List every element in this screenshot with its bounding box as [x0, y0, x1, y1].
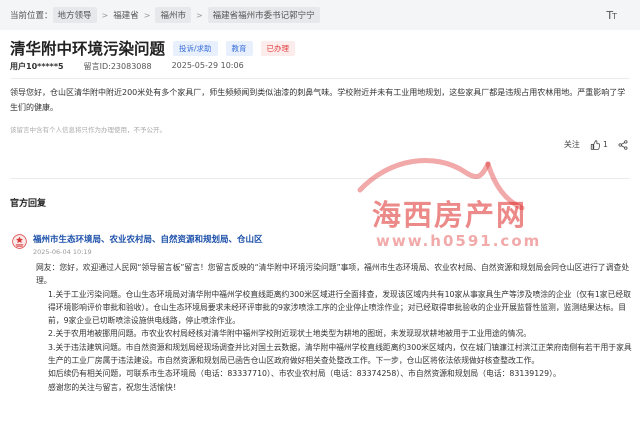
chevron-right-icon: >	[195, 10, 203, 20]
tag-category: 投诉/求助	[173, 40, 218, 56]
post-user: 用户10*****5	[10, 62, 64, 71]
watermark-logo-icon	[357, 158, 525, 210]
reply-paragraph: 3.关于违法建筑问题。市自然资源和规划局经现场调查并比对国土云数据，清华附中福州…	[48, 342, 632, 366]
breadcrumb: 当前位置： 地方领导 > 福建省 > 福州市 > 福建省福州市委书记郭宁宁 TT	[0, 0, 640, 30]
share-icon	[618, 139, 628, 150]
government-emblem-icon	[12, 234, 27, 249]
divider	[10, 178, 630, 179]
post-header: 清华附中环境污染问题 投诉/求助 教育 已办理	[10, 37, 296, 59]
breadcrumb-item-city[interactable]: 福州市	[155, 7, 191, 23]
follow-label: 关注	[563, 140, 580, 149]
post-meta: 用户10*****5 留言ID:23083088 2025-05-29 10:0…	[10, 61, 244, 72]
breadcrumb-item-leader[interactable]: 福建省福州市委书记郭宁宁	[207, 7, 320, 23]
reply-paragraph: 如后续仍有相关问题，可联系市生态环境局（电话：83337710）、市农业农村局（…	[48, 369, 561, 379]
breadcrumb-item-local-leaders[interactable]: 地方领导	[52, 7, 97, 23]
page-title: 清华附中环境污染问题	[10, 40, 166, 58]
reply-paragraph: 2.关于农用地被挪用问题。市农业农村局经核对清华附中福州学校附近现状土地类型为耕…	[48, 329, 532, 339]
post-time: 2025-05-29 10:06	[171, 61, 244, 70]
divider	[10, 78, 630, 79]
watermark-url: www.h0591.com	[376, 232, 542, 250]
reply-paragraph: 网友：您好，欢迎通过人民网“领导留言板”留言！您留言反映的“清华附中环境污染问题…	[36, 263, 630, 286]
like-count: 1	[602, 140, 608, 149]
chevron-right-icon: >	[143, 10, 151, 20]
post-actions: 关注 1	[564, 139, 628, 150]
font-size-icon[interactable]: TT	[606, 9, 617, 22]
breadcrumb-item-province[interactable]: 福建省	[113, 9, 139, 21]
message-id: 留言ID:23083088	[83, 62, 152, 71]
reply-time: 2025-06-04 10:19	[33, 248, 92, 256]
reply-paragraph: 感谢您的关注与留言，祝您生活愉快！	[48, 382, 181, 392]
status-badge: 已办理	[260, 40, 296, 56]
tag-field: 教育	[225, 40, 253, 56]
reply-paragraph: 1.关于工业污染问题。仓山生态环境局对清华附中福州学校直线距离约300米区域进行…	[48, 289, 631, 326]
share-button[interactable]	[618, 139, 628, 150]
privacy-note: 该留言中含有个人信息将只作为办理使用，不予公开。	[10, 126, 166, 134]
breadcrumb-prefix: 当前位置：	[10, 11, 53, 21]
reply-org-name: 福州市生态环境局、农业农村局、自然资源和规划局、仓山区	[33, 235, 263, 245]
reply-body: 网友：您好，欢迎通过人民网“领导留言板”留言！您留言反映的“清华附中环境污染问题…	[36, 261, 632, 394]
thumb-up-icon	[590, 139, 600, 150]
watermark-title: 海西房产网	[372, 198, 528, 232]
follow-button[interactable]: 关注	[564, 139, 580, 150]
reply-header: 福州市生态环境局、农业农村局、自然资源和规划局、仓山区 2025-06-04 1…	[12, 233, 263, 256]
section-title-official-reply: 官方回复	[10, 199, 47, 209]
like-button[interactable]: 1	[590, 139, 608, 150]
watermark: 海西房产网 www.h0591.com	[300, 150, 550, 260]
chevron-right-icon: >	[101, 10, 109, 20]
message-body: 领导您好，仓山区清华附中附近200米处有多个家具厂，师生频频闻到类似油漆的刺鼻气…	[10, 88, 626, 112]
